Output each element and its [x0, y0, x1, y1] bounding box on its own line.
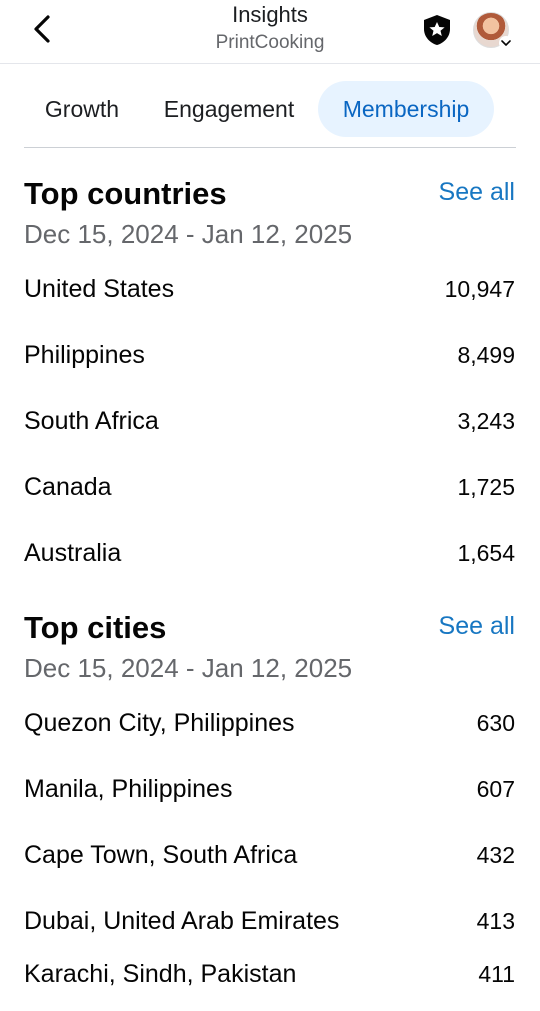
member-count: 1,725: [457, 474, 515, 500]
tab-membership[interactable]: Membership: [318, 81, 494, 137]
list-item: Quezon City, Philippines 630: [0, 690, 540, 756]
list-item: Karachi, Sindh, Pakistan 411: [0, 941, 540, 1007]
list-item: Canada 1,725: [0, 454, 540, 520]
date-range: Dec 15, 2024 - Jan 12, 2025: [24, 219, 353, 249]
country-name: United States: [24, 275, 175, 303]
member-count: 630: [476, 710, 515, 736]
page-title-group: Insights PrintCooking: [170, 2, 370, 58]
tab-growth[interactable]: Growth: [22, 81, 142, 137]
group-name: PrintCooking: [215, 32, 325, 53]
chart-baseline: [24, 147, 516, 148]
list-item: Australia 1,654: [0, 520, 540, 586]
see-all-countries-link[interactable]: See all: [439, 178, 515, 207]
city-name: Karachi, Sindh, Pakistan: [24, 960, 297, 988]
shield-star-icon: [420, 13, 454, 52]
list-item: Manila, Philippines 607: [0, 756, 540, 822]
list-item: Cape Town, South Africa 432: [0, 822, 540, 888]
section-title: Top cities: [24, 610, 167, 645]
member-count: 10,947: [444, 276, 515, 302]
date-range: Dec 15, 2024 - Jan 12, 2025: [24, 653, 353, 683]
member-count: 8,499: [457, 342, 515, 368]
top-app-bar: Insights PrintCooking: [0, 0, 540, 64]
member-count: 411: [478, 961, 515, 987]
member-count: 3,243: [457, 408, 515, 434]
insights-tabs: Growth Engagement Membership: [0, 64, 540, 146]
list-item: United States 10,947: [0, 256, 540, 322]
age-chart-remnant: [0, 140, 540, 150]
country-name: Australia: [24, 539, 122, 567]
chevron-left-icon: [31, 14, 53, 49]
list-item: South Africa 3,243: [0, 388, 540, 454]
city-name: Cape Town, South Africa: [24, 841, 298, 869]
page-title: Insights: [232, 2, 308, 27]
member-count: 607: [476, 776, 515, 802]
country-name: Philippines: [24, 341, 145, 369]
list-item: Philippines 8,499: [0, 322, 540, 388]
section-title: Top countries: [24, 176, 227, 211]
member-count: 1,654: [457, 540, 515, 566]
tab-engagement[interactable]: Engagement: [148, 81, 310, 137]
profile-menu-button[interactable]: [473, 12, 513, 52]
country-name: South Africa: [24, 407, 159, 435]
top-countries-section: Top countries See all Dec 15, 2024 - Jan…: [0, 170, 540, 590]
top-cities-section: Top cities See all Dec 15, 2024 - Jan 12…: [0, 606, 540, 1011]
member-count: 432: [476, 842, 515, 868]
back-button[interactable]: [24, 13, 60, 49]
city-name: Manila, Philippines: [24, 775, 233, 803]
chevron-down-icon: [499, 36, 513, 50]
country-name: Canada: [24, 473, 112, 501]
admin-tools-button[interactable]: [419, 14, 455, 50]
city-name: Quezon City, Philippines: [24, 709, 295, 737]
see-all-cities-link[interactable]: See all: [439, 612, 515, 641]
